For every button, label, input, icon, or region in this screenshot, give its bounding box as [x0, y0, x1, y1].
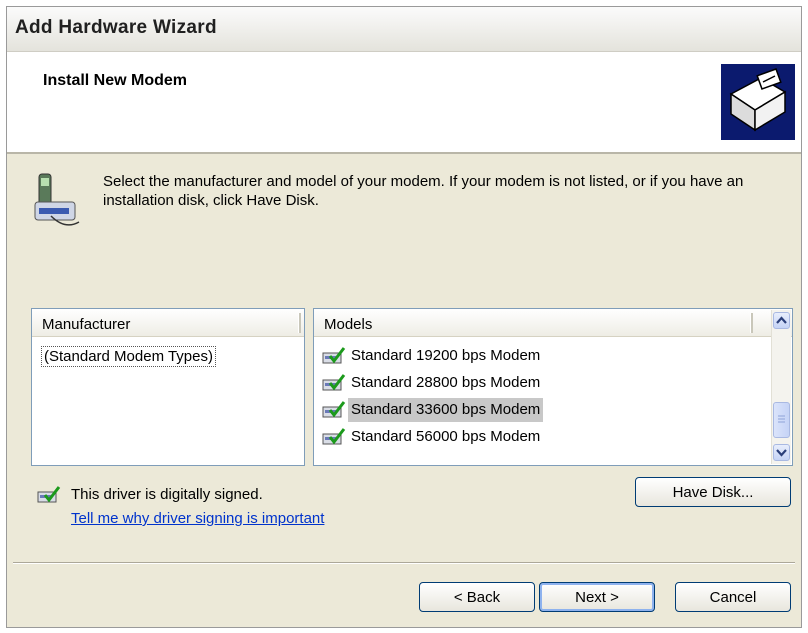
signed-driver-icon [322, 347, 346, 364]
manufacturer-list[interactable]: Manufacturer (Standard Modem Types) [31, 308, 305, 466]
driver-signing-link[interactable]: Tell me why driver signing is important [71, 510, 324, 527]
list-item[interactable]: (Standard Modem Types) [41, 346, 216, 367]
scroll-up-button[interactable] [773, 312, 790, 329]
model-item-label: Standard 56000 bps Modem [351, 428, 541, 445]
instructions-text: Select the manufacturer and model of you… [103, 173, 744, 209]
signed-driver-icon [322, 401, 346, 418]
models-list[interactable]: Models Standard 19200 bps Modem Standard… [313, 308, 793, 466]
manufacturer-column-header[interactable]: Manufacturer [32, 309, 304, 337]
hardware-box-icon [721, 64, 795, 140]
manufacturer-header-label: Manufacturer [42, 316, 131, 333]
have-disk-button[interactable]: Have Disk... [635, 477, 791, 507]
cancel-button[interactable]: Cancel [675, 582, 791, 612]
model-item-label: Standard 33600 bps Modem [348, 398, 544, 422]
page-title: Install New Modem [43, 72, 188, 89]
signed-driver-icon [37, 486, 61, 503]
column-separator[interactable] [750, 313, 753, 333]
column-separator[interactable] [298, 313, 301, 333]
window-title: Add Hardware Wizard [15, 17, 217, 38]
manufacturer-item-label: (Standard Modem Types) [44, 348, 213, 365]
driver-signed-text: This driver is digitally signed. [71, 486, 263, 503]
models-header-label: Models [324, 316, 373, 333]
models-scrollbar[interactable] [771, 310, 791, 464]
wizard-header: Install New Modem [7, 52, 801, 154]
back-button[interactable]: < Back [419, 582, 535, 612]
chevron-up-icon [776, 316, 787, 324]
modem-phone-icon [34, 173, 80, 226]
model-item-label: Standard 19200 bps Modem [351, 347, 541, 364]
chevron-down-icon [776, 449, 787, 457]
next-button[interactable]: Next > [539, 582, 655, 612]
grip-icon [778, 415, 785, 423]
wizard-window: Add Hardware Wizard Install New Modem Se… [6, 6, 802, 628]
footer-divider [13, 562, 795, 564]
scroll-thumb[interactable] [773, 402, 790, 438]
signed-driver-icon [322, 428, 346, 445]
model-item-label: Standard 28800 bps Modem [351, 374, 541, 391]
title-bar[interactable]: Add Hardware Wizard [7, 7, 801, 52]
signed-driver-icon [322, 374, 346, 391]
models-column-header[interactable]: Models [314, 309, 792, 337]
scroll-down-button[interactable] [773, 444, 790, 461]
